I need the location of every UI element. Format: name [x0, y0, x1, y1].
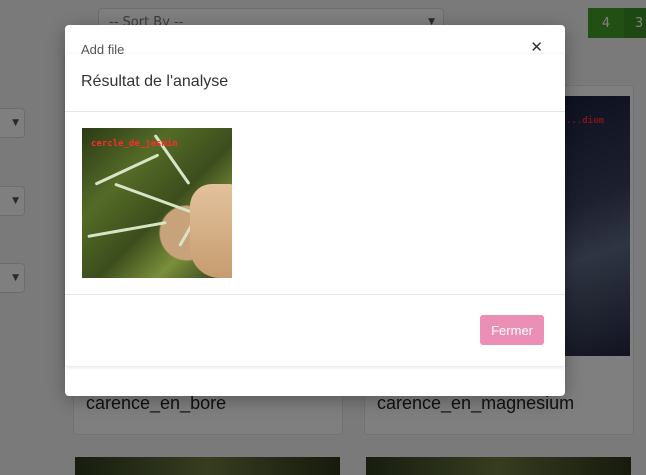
modal-header: Résultat de l'analyse — [65, 54, 565, 112]
image-label: cercle_de_jasmin — [91, 139, 178, 149]
result-modal: Résultat de l'analyse cercle_de_jasmin F… — [65, 54, 565, 366]
close-button[interactable]: Fermer — [480, 315, 544, 345]
close-icon[interactable]: ✕ — [530, 40, 543, 55]
modal-body: cercle_de_jasmin — [65, 112, 565, 295]
analysis-result-image: cercle_de_jasmin — [82, 128, 232, 278]
modal-title: Résultat de l'analyse — [81, 73, 229, 90]
hand-shape — [190, 184, 232, 278]
leaf-shape — [114, 182, 200, 217]
leaf-shape — [94, 153, 160, 186]
leaf-shape — [87, 221, 167, 238]
